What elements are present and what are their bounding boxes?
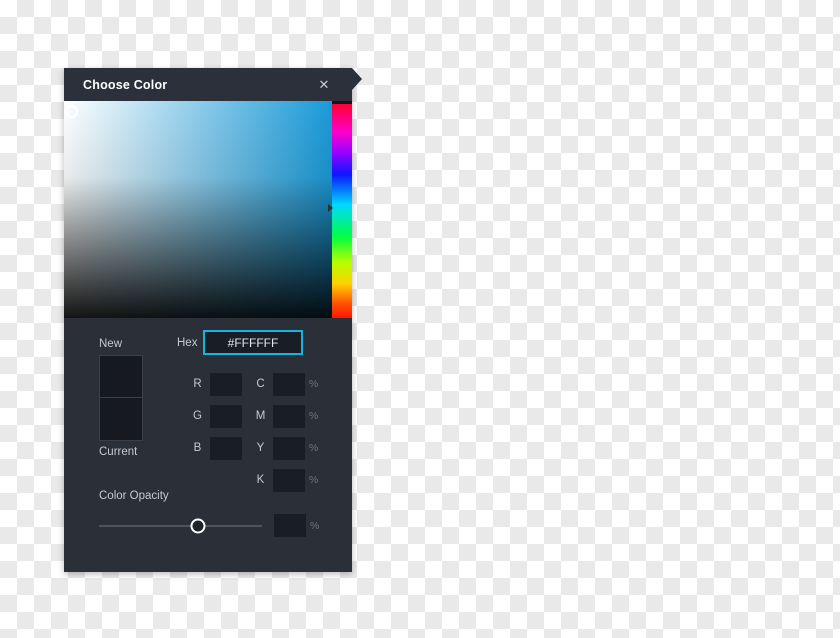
field-r: R (190, 372, 242, 396)
c-input[interactable] (273, 372, 305, 396)
arrow-tab-icon[interactable] (352, 68, 362, 90)
current-swatch-label: Current (99, 446, 138, 458)
hex-input[interactable] (203, 330, 303, 355)
rgb-cmyk-row-2: G M % (190, 400, 319, 432)
r-input[interactable] (210, 372, 242, 396)
k-unit: % (309, 474, 319, 486)
color-opacity-row: % (99, 514, 321, 537)
m-label: M (255, 410, 266, 422)
color-opacity-unit: % (310, 519, 320, 532)
field-y: Y % (253, 436, 319, 460)
g-input[interactable] (210, 404, 242, 428)
color-opacity-label: Color Opacity (99, 490, 169, 502)
choose-color-dialog: Choose Color ✕ New Current Hex R (64, 68, 362, 572)
color-controls-panel: New Current Hex R C % (64, 318, 352, 572)
dialog-titlebar[interactable]: Choose Color ✕ (64, 68, 362, 101)
close-icon[interactable]: ✕ (316, 77, 332, 93)
b-label: B (193, 442, 202, 454)
field-c: C % (253, 372, 319, 396)
field-g: G (190, 404, 242, 428)
hue-strip[interactable] (332, 104, 352, 318)
y-input[interactable] (273, 436, 305, 460)
r-label: R (193, 378, 202, 390)
swatch-column: New Current (99, 336, 145, 460)
numeric-fields-grid: R C % G M % B Y % K % (190, 368, 319, 496)
m-unit: % (309, 410, 319, 422)
k-label: K (256, 474, 265, 486)
color-picker-area (64, 101, 352, 318)
rgb-cmyk-row-3: B Y % (190, 432, 319, 464)
hex-label: Hex (177, 336, 198, 349)
field-b: B (190, 436, 242, 460)
new-color-swatch[interactable] (99, 355, 143, 398)
slider-handle[interactable] (190, 518, 206, 533)
hex-row: Hex (177, 330, 303, 355)
b-input[interactable] (210, 436, 242, 460)
y-label: Y (256, 442, 265, 454)
sv-cursor[interactable] (65, 105, 78, 118)
k-input[interactable] (273, 468, 305, 492)
saturation-value-field[interactable] (64, 101, 332, 318)
rgb-cmyk-row-1: R C % (190, 368, 319, 400)
slider-track (99, 524, 262, 527)
y-unit: % (309, 442, 319, 454)
dialog-title: Choose Color (83, 77, 168, 92)
m-input[interactable] (273, 404, 305, 428)
color-opacity-slider[interactable] (99, 516, 262, 536)
field-k: K % (253, 468, 319, 492)
color-opacity-block: Color Opacity % (99, 490, 321, 537)
new-swatch-label: New (99, 338, 123, 350)
g-label: G (193, 410, 202, 422)
current-color-swatch[interactable] (99, 398, 143, 441)
c-unit: % (309, 378, 319, 390)
color-opacity-input[interactable] (274, 514, 306, 537)
field-m: M % (253, 404, 319, 428)
c-label: C (256, 378, 265, 390)
hue-indicator[interactable] (328, 204, 333, 212)
